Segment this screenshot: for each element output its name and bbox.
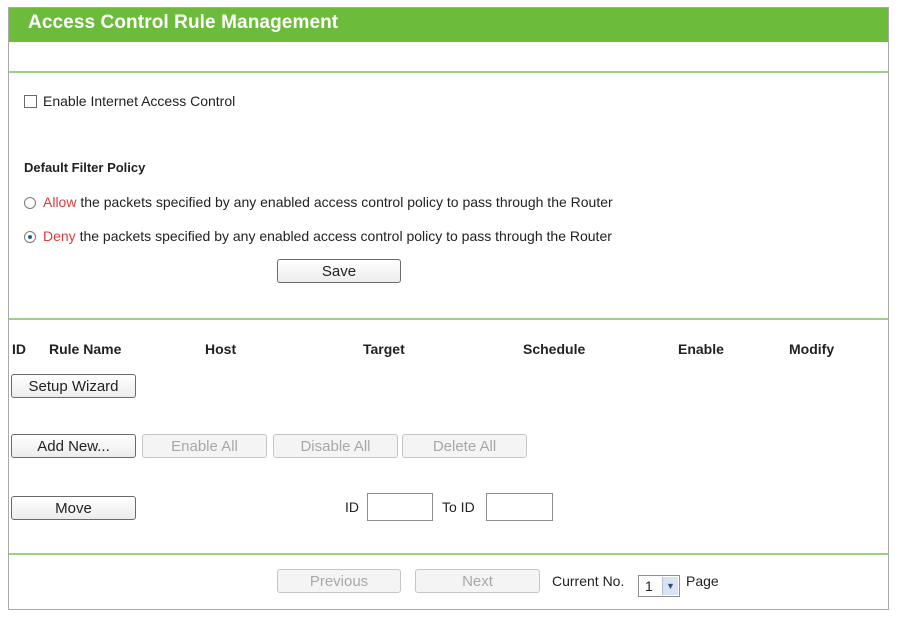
column-header-rule-name: Rule Name xyxy=(49,341,122,357)
divider-bottom xyxy=(9,553,888,555)
column-header-enable: Enable xyxy=(678,341,724,357)
save-button[interactable]: Save xyxy=(277,259,401,283)
column-header-modify: Modify xyxy=(789,341,835,357)
column-header-host: Host xyxy=(205,341,237,357)
page-suffix-label: Page xyxy=(686,573,719,589)
next-page-button[interactable]: Next xyxy=(415,569,540,593)
column-header-id: ID xyxy=(12,341,26,357)
disable-all-button[interactable]: Disable All xyxy=(273,434,398,458)
add-new-button[interactable]: Add New... xyxy=(11,434,136,458)
current-page-value: 1 xyxy=(645,578,653,594)
enable-access-control-label: Enable Internet Access Control xyxy=(43,93,236,109)
radio-selected-dot xyxy=(28,235,32,239)
current-page-label: Current No. xyxy=(552,573,625,589)
access-control-panel: Access Control Rule Management Enable In… xyxy=(8,7,889,610)
move-to-id-label: To ID xyxy=(442,499,475,515)
divider-top xyxy=(9,71,888,73)
delete-all-button[interactable]: Delete All xyxy=(402,434,527,458)
chevron-down-icon[interactable]: ▼ xyxy=(662,577,678,595)
move-to-id-input[interactable] xyxy=(486,493,553,521)
enable-all-button[interactable]: Enable All xyxy=(142,434,267,458)
enable-access-control-checkbox[interactable] xyxy=(24,95,37,108)
divider-middle xyxy=(9,318,888,320)
move-id-label: ID xyxy=(345,499,359,515)
previous-page-button[interactable]: Previous xyxy=(277,569,401,593)
column-header-schedule: Schedule xyxy=(523,341,586,357)
setup-wizard-button[interactable]: Setup Wizard xyxy=(11,374,136,398)
page-title: Access Control Rule Management xyxy=(28,12,339,33)
move-id-input[interactable] xyxy=(367,493,433,521)
allow-policy-label: Allow the packets specified by any enabl… xyxy=(43,194,613,210)
default-filter-policy-heading: Default Filter Policy xyxy=(24,160,146,175)
column-header-target: Target xyxy=(363,341,405,357)
title-bar: Access Control Rule Management xyxy=(9,8,888,42)
allow-policy-radio[interactable] xyxy=(24,197,36,209)
current-page-select[interactable]: 1 ▼ xyxy=(638,575,680,597)
deny-policy-label: Deny the packets specified by any enable… xyxy=(43,228,612,244)
deny-policy-radio[interactable] xyxy=(24,231,36,243)
move-button[interactable]: Move xyxy=(11,496,136,520)
